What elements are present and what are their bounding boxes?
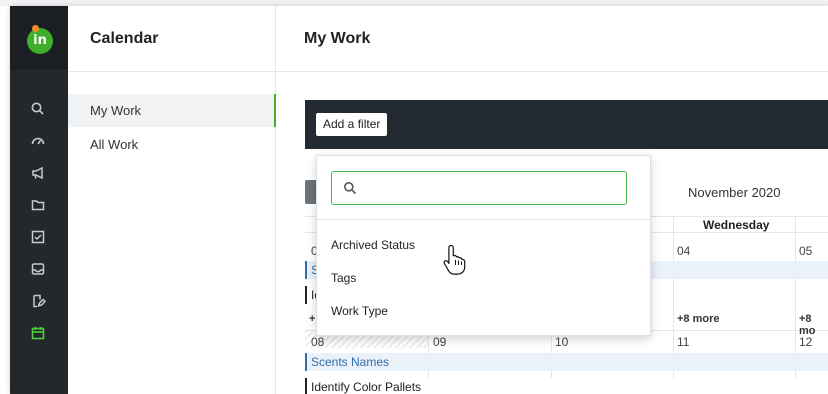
calendar-icon[interactable] — [29, 324, 47, 342]
filter-option-work-type[interactable]: Work Type — [331, 304, 388, 318]
sidebar-item-my-work[interactable]: My Work — [68, 94, 276, 127]
calendar-event-identify-color-pallets[interactable]: Identify Color Pallets — [305, 378, 828, 394]
sidebar: Calendar My Work All Work — [68, 6, 276, 394]
search-icon[interactable] — [29, 100, 47, 118]
folder-icon[interactable] — [29, 196, 47, 214]
dropdown-divider — [317, 219, 650, 220]
more-events-link[interactable]: + — [309, 313, 315, 325]
filter-bar: Add a filter — [305, 100, 828, 149]
inbox-icon[interactable] — [29, 260, 47, 278]
filter-search-box[interactable] — [331, 171, 627, 205]
icon-rail: in — [10, 6, 68, 394]
calendar-event-scents-names[interactable]: Scents Names — [305, 353, 828, 371]
date-cell[interactable]: 09 — [433, 335, 446, 349]
megaphone-icon[interactable] — [29, 164, 47, 182]
filter-dropdown: Archived Status Tags Work Type — [316, 155, 651, 336]
filter-option-tags[interactable]: Tags — [331, 271, 356, 285]
day-header-wednesday: Wednesday — [703, 218, 770, 232]
filter-option-archived-status[interactable]: Archived Status — [331, 238, 415, 252]
month-title: November 2020 — [688, 185, 781, 200]
date-cell[interactable]: 12 — [799, 335, 812, 349]
sidebar-title: Calendar — [68, 6, 275, 72]
filter-search-input[interactable] — [364, 178, 619, 198]
date-cell[interactable]: 08 — [311, 335, 324, 349]
gauge-icon[interactable] — [29, 132, 47, 150]
more-events-link[interactable]: +8 mo — [799, 313, 828, 337]
app-window: in Calendar My Work All Work My Work Add… — [10, 6, 828, 394]
sidebar-item-all-work[interactable]: All Work — [68, 128, 276, 161]
page-title: My Work — [276, 6, 828, 72]
add-filter-button[interactable]: Add a filter — [316, 113, 388, 136]
search-icon — [343, 181, 357, 195]
app-logo[interactable]: in — [27, 28, 53, 54]
date-cell[interactable]: 04 — [677, 244, 690, 258]
logo-area[interactable]: in — [10, 6, 68, 70]
logo-dot — [32, 25, 39, 32]
date-cell[interactable]: 11 — [677, 335, 689, 349]
hand-cursor-icon — [442, 243, 468, 275]
document-edit-icon[interactable] — [29, 292, 47, 310]
more-events-link[interactable]: +8 more — [677, 313, 720, 325]
date-cell[interactable]: 10 — [555, 335, 568, 349]
date-cell[interactable]: 05 — [799, 244, 812, 258]
checkbox-icon[interactable] — [29, 228, 47, 246]
